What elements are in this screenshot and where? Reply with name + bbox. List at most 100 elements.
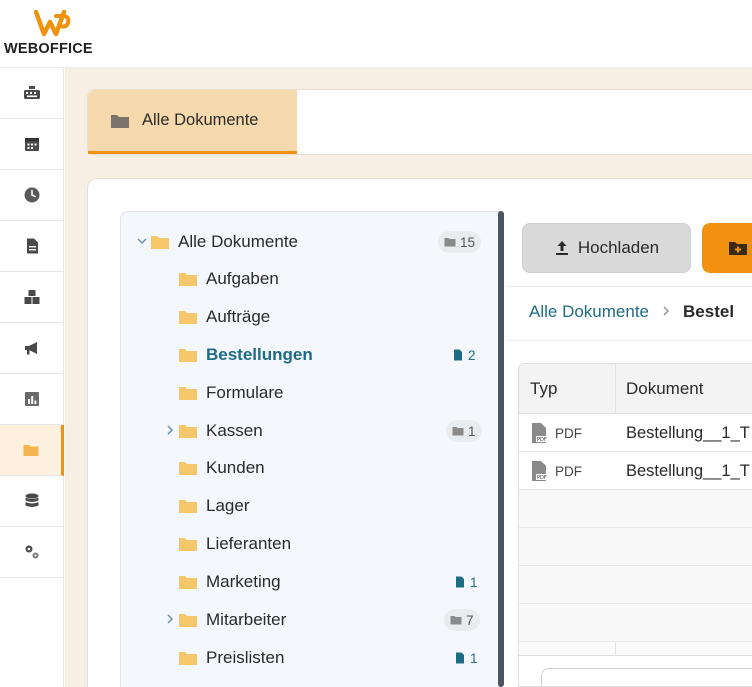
table-row[interactable]: PDF PDF Bestellung__1_T (519, 452, 752, 490)
table-footer (519, 655, 752, 686)
tree-item-kassen[interactable]: Kassen (164, 413, 263, 449)
tree-root-label: Alle Dokumente (178, 232, 299, 251)
folder-count-badge: 15 (438, 231, 482, 253)
rail-item-calendar[interactable] (0, 119, 64, 170)
chevron-right-icon[interactable] (164, 613, 178, 628)
tree-item-auftraege[interactable]: Aufträge (164, 299, 270, 335)
svg-text:PDF: PDF (537, 437, 547, 443)
tree-item-label: Aufträge (206, 307, 271, 326)
rail-item-documents[interactable] (0, 221, 64, 272)
tree-item-label: Lager (206, 496, 250, 515)
tree-item-formulare[interactable]: Formulare (164, 375, 283, 411)
tree-item-aufgaben[interactable]: Aufgaben (164, 261, 279, 297)
tree-item-preislisten[interactable]: Preislisten (164, 640, 284, 676)
rail-item-clock[interactable] (0, 170, 64, 221)
empty-row (519, 528, 752, 566)
document-icon (27, 238, 38, 254)
breadcrumb-divider (506, 340, 752, 341)
folder-icon (179, 538, 197, 551)
pdf-file-icon: PDF (532, 461, 548, 481)
upload-icon (555, 241, 568, 255)
tab-alle-dokumente[interactable]: Alle Dokumente (88, 90, 297, 154)
tree-item-bestellungen[interactable]: Bestellungen (164, 337, 313, 373)
settings-icon (25, 545, 39, 559)
tree-item-label: Marketing (206, 572, 281, 591)
tree-root[interactable]: Alle Dokumente (136, 224, 298, 260)
tree-item-label: Aufgaben (206, 269, 279, 288)
upload-button[interactable]: Hochladen (522, 223, 691, 273)
folder-icon (179, 500, 197, 513)
calendar-icon (25, 138, 39, 151)
new-folder-button[interactable] (702, 223, 752, 273)
top-bar: WEBOFFICE (0, 0, 752, 68)
tree-item-marketing[interactable]: Marketing (164, 564, 281, 600)
file-icon (454, 349, 462, 361)
logo-icon (34, 10, 71, 37)
tree-scrollbar[interactable] (498, 211, 504, 687)
tree-item-label: Kunden (206, 458, 265, 477)
folder-icon (179, 273, 197, 286)
chevron-right-icon[interactable] (164, 424, 178, 439)
weboffice-logo[interactable]: WEBOFFICE (4, 8, 104, 64)
rail-item-keyboard[interactable] (0, 68, 64, 119)
rail-item-inventory[interactable] (0, 272, 64, 323)
folder-icon (179, 387, 197, 400)
folder-icon (179, 462, 197, 475)
empty-row (519, 566, 752, 604)
file-count-badge: 2 (446, 344, 482, 366)
folder-icon (452, 427, 464, 436)
tree-item-label: Preislisten (206, 648, 285, 667)
header-type[interactable]: Typ (530, 364, 557, 414)
tree-item-kunden[interactable]: Kunden (164, 450, 265, 486)
folder-icon (179, 614, 197, 627)
folder-icon (179, 576, 197, 589)
database-icon (25, 493, 39, 507)
folder-icon (179, 425, 197, 438)
chart-icon (25, 392, 39, 406)
folder-icon (179, 349, 197, 362)
type-cell: PDF PDF (531, 414, 582, 452)
megaphone-icon (25, 342, 37, 355)
rail-item-marketing[interactable] (0, 323, 64, 374)
folder-icon (179, 652, 197, 665)
chevron-right-icon (661, 304, 671, 320)
tree-item-lieferanten[interactable]: Lieferanten (164, 526, 291, 562)
rail-item-files[interactable] (0, 425, 64, 476)
folder-icon (179, 311, 197, 324)
header-document[interactable]: Dokument (626, 364, 703, 414)
rail-item-database[interactable] (0, 476, 64, 527)
pagination-control[interactable] (541, 668, 752, 686)
tab-label: Alle Dokumente (142, 111, 259, 129)
file-count-badge: 1 (448, 647, 484, 669)
tree-item-label: Mitarbeiter (206, 610, 287, 629)
brand-name: WEBOFFICE (4, 41, 93, 57)
folder-icon (23, 445, 38, 456)
tab-bar: Alle Dokumente (87, 89, 752, 155)
type-cell: PDF PDF (531, 452, 582, 490)
folder-count-badge: 1 (446, 420, 482, 442)
tree-item-lager[interactable]: Lager (164, 488, 249, 524)
boxes-icon (24, 290, 40, 304)
folder-icon (450, 616, 462, 625)
file-icon (456, 576, 464, 588)
rail-item-settings[interactable] (0, 527, 64, 578)
keyboard-icon (24, 86, 40, 99)
document-cell: Bestellung__1_T (626, 423, 750, 442)
folder-icon (151, 236, 169, 249)
document-cell: Bestellung__1_T (626, 461, 750, 480)
toolbar-divider (506, 286, 752, 287)
breadcrumb-root-link[interactable]: Alle Dokumente (529, 302, 649, 322)
breadcrumb-current: Bestel (683, 302, 735, 321)
empty-row (519, 604, 752, 642)
rail-item-reports[interactable] (0, 374, 64, 425)
folder-icon (111, 114, 129, 128)
tree-item-label: Kassen (206, 421, 263, 440)
tree-item-label: Lieferanten (206, 534, 292, 553)
folder-count-badge: 7 (444, 609, 480, 631)
tree-item-label: Formulare (206, 383, 284, 402)
table-row[interactable]: PDF PDF Bestellung__1_T (519, 414, 752, 452)
folder-icon (444, 238, 456, 247)
chevron-down-icon[interactable] (136, 235, 150, 250)
tree-item-mitarbeiter[interactable]: Mitarbeiter (164, 602, 286, 638)
upload-label: Hochladen (577, 238, 660, 257)
